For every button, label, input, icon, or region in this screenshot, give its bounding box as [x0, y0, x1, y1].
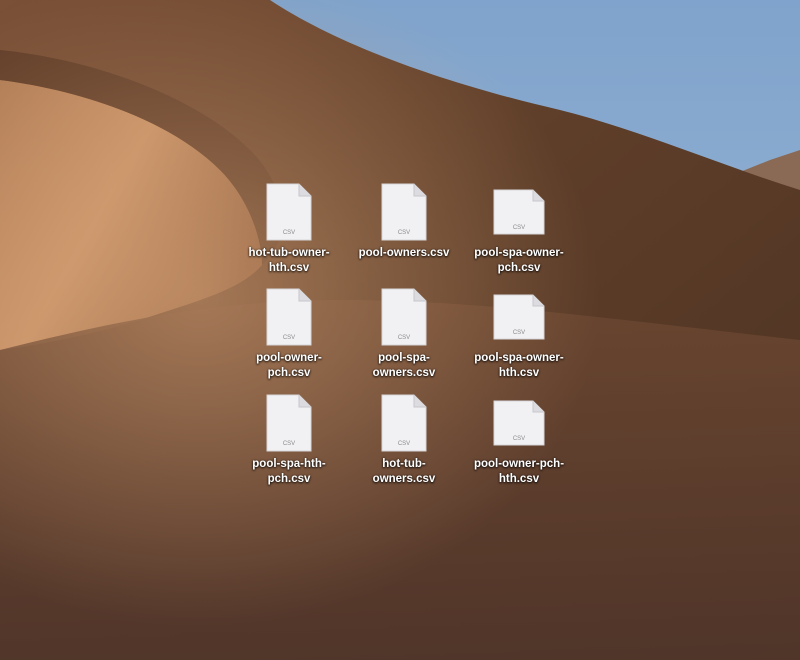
desktop-icon-grid: CSV hot-tub-owner- hth.csv CSV pool-owne… [0, 0, 800, 660]
csv-file-icon: CSV [266, 183, 312, 241]
file-label: pool-spa-owner- pch.csv [474, 247, 564, 274]
csv-file-icon: CSV [493, 294, 545, 340]
desktop-file-pool-spa-owner-pch[interactable]: CSV pool-spa-owner- pch.csv [464, 182, 574, 276]
file-label: hot-tub- owners.csv [372, 458, 436, 485]
file-label: pool-spa-hth- pch.csv [252, 458, 326, 485]
csv-file-icon: CSV [266, 288, 312, 346]
desktop-file-hot-tub-owner-hth[interactable]: CSV hot-tub-owner- hth.csv [234, 182, 344, 276]
csv-file-icon: CSV [266, 394, 312, 452]
svg-text:CSV: CSV [398, 441, 410, 447]
desktop[interactable]: CSV hot-tub-owner- hth.csv CSV pool-owne… [0, 0, 800, 660]
svg-text:CSV: CSV [283, 230, 295, 236]
file-label: hot-tub-owner- hth.csv [248, 247, 330, 274]
svg-text:CSV: CSV [513, 330, 525, 336]
csv-file-icon: CSV [493, 189, 545, 235]
desktop-file-pool-spa-hth-pch[interactable]: CSV pool-spa-hth- pch.csv [234, 393, 344, 487]
csv-file-icon: CSV [381, 288, 427, 346]
csv-file-icon: CSV [493, 400, 545, 446]
file-label: pool-spa-owner- hth.csv [474, 352, 564, 379]
desktop-file-pool-owner-pch[interactable]: CSV pool-owner- pch.csv [234, 287, 344, 381]
file-label: pool-spa- owners.csv [372, 352, 436, 379]
desktop-file-hot-tub-owners[interactable]: CSV hot-tub- owners.csv [349, 393, 459, 487]
desktop-file-pool-spa-owner-hth[interactable]: CSV pool-spa-owner- hth.csv [464, 287, 574, 381]
csv-file-icon: CSV [381, 394, 427, 452]
svg-text:CSV: CSV [513, 225, 525, 231]
desktop-file-pool-owner-pch-hth[interactable]: CSV pool-owner-pch- hth.csv [464, 393, 574, 487]
file-label: pool-owners.csv [358, 247, 450, 259]
desktop-file-pool-owners[interactable]: CSV pool-owners.csv [349, 182, 459, 261]
csv-file-icon: CSV [381, 183, 427, 241]
file-label: pool-owner-pch- hth.csv [473, 458, 565, 485]
svg-text:CSV: CSV [513, 436, 525, 442]
svg-text:CSV: CSV [283, 441, 295, 447]
svg-text:CSV: CSV [283, 335, 295, 341]
desktop-file-pool-spa-owners[interactable]: CSV pool-spa- owners.csv [349, 287, 459, 381]
svg-text:CSV: CSV [398, 230, 410, 236]
svg-text:CSV: CSV [398, 335, 410, 341]
file-label: pool-owner- pch.csv [256, 352, 322, 379]
